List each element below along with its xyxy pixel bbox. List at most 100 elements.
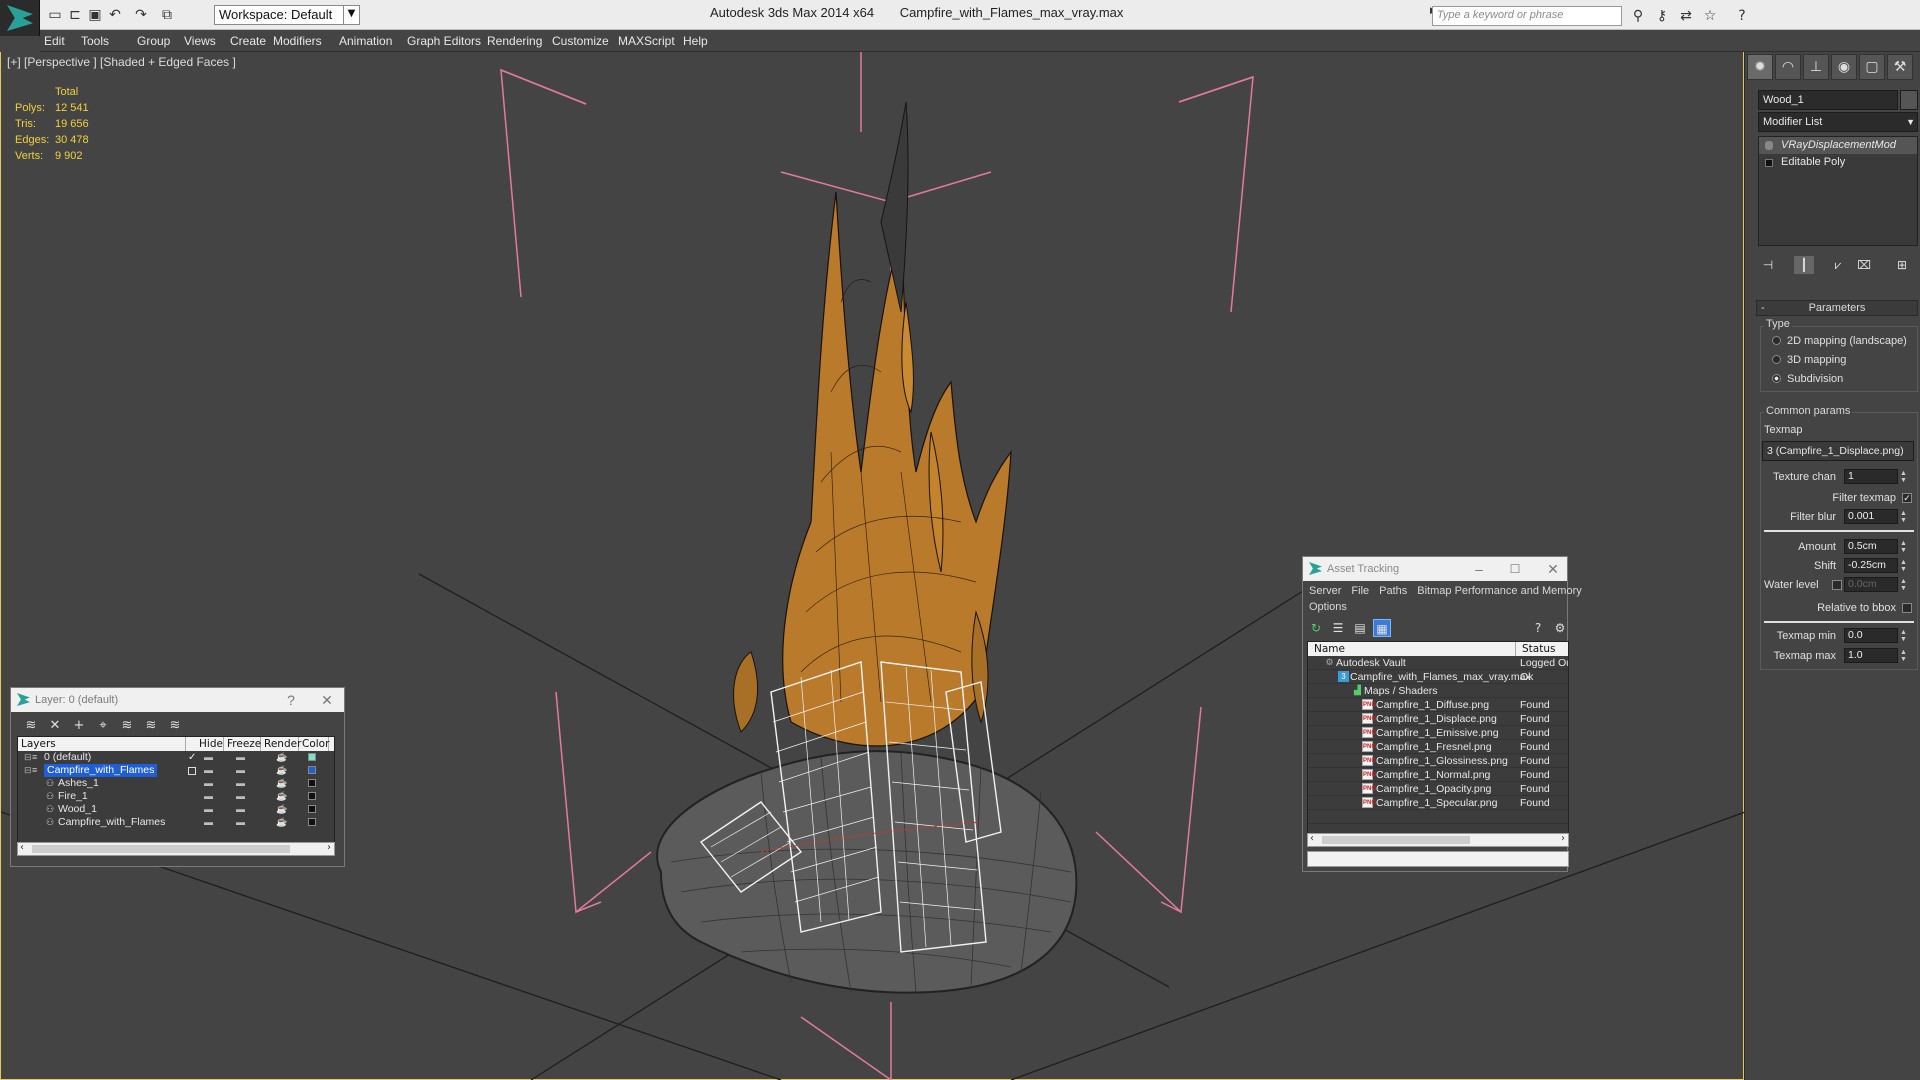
create-layer-icon[interactable]: ≋ — [21, 716, 41, 736]
asset-horizontal-scrollbar[interactable]: ‹ › — [1307, 833, 1569, 847]
object-color-swatch[interactable] — [1900, 90, 1918, 110]
asset-row[interactable]: 3 Campfire_with_Flames_max_vray.max Ok — [1308, 670, 1568, 684]
current-layer-check-icon[interactable]: ✓ — [188, 751, 196, 764]
show-end-result-icon[interactable]: ┃ — [1794, 256, 1814, 274]
help-button[interactable]: ? — [277, 688, 305, 712]
key-icon[interactable]: ⚷ — [1652, 6, 1672, 26]
asset-row[interactable]: PNG Campfire_1_Diffuse.png Found — [1308, 698, 1568, 712]
new-file-icon[interactable]: ▭ — [46, 6, 64, 24]
column-header-status[interactable]: Status — [1516, 642, 1568, 656]
light-bulb-icon[interactable] — [1765, 141, 1773, 150]
asset-row[interactable]: PNG Campfire_1_Fresnel.png Found — [1308, 740, 1568, 754]
asset-row[interactable]: PNG Campfire_1_Displace.png Found — [1308, 712, 1568, 726]
menu-graph-editors[interactable]: Graph Editors — [407, 30, 481, 52]
menu-customize[interactable]: Customize — [552, 30, 609, 52]
texmap-button[interactable]: 3 (Campfire_1_Displace.png) — [1762, 441, 1914, 461]
render-toggle-icon[interactable]: ☕ — [276, 816, 287, 829]
layer-row[interactable]: ⊟ ≡ 0 (default) ✓ ▬ ▬ ☕ — [18, 751, 334, 764]
freeze-toggle-icon[interactable]: ▬ — [236, 790, 245, 803]
spinner-arrows-icon[interactable]: ▲ ▼ — [1900, 540, 1908, 555]
detail-view-icon[interactable]: ▤ — [1351, 619, 1369, 637]
layer-color-swatch[interactable] — [308, 805, 316, 813]
pin-stack-icon[interactable]: ⊣ — [1758, 256, 1778, 274]
workspace-dropdown[interactable]: Workspace: Default — [214, 5, 360, 25]
layer-color-swatch[interactable] — [308, 818, 316, 826]
asset-row[interactable]: PNG Campfire_1_Specular.png Found — [1308, 796, 1568, 810]
menu-modifiers[interactable]: Modifiers — [273, 30, 322, 52]
layer-row[interactable]: ⊟ ≡ Campfire_with_Flames ▬ ▬ ☕ — [18, 764, 334, 777]
viewport-label[interactable]: [+] [Perspective ] [Shaded + Edged Faces… — [7, 55, 236, 69]
motion-tab-icon[interactable]: ◉ — [1831, 54, 1857, 80]
parameters-rollout-header[interactable]: - Parameters — [1756, 300, 1918, 316]
modifier-stack-item[interactable]: VRayDisplacementMod — [1759, 137, 1917, 154]
menu-rendering[interactable]: Rendering — [487, 30, 542, 52]
layer-name[interactable]: 0 (default) — [44, 751, 91, 764]
hide-toggle-icon[interactable]: ▬ — [204, 764, 213, 777]
object-name-field[interactable]: Wood_1 — [1758, 90, 1898, 110]
shift-spinner[interactable]: -0.25cm — [1844, 558, 1898, 573]
freeze-toggle-icon[interactable]: ▬ — [236, 777, 245, 790]
render-toggle-icon[interactable]: ☕ — [276, 764, 287, 777]
texmap-max-spinner[interactable]: 1.0 — [1844, 648, 1898, 663]
scrollbar-thumb[interactable] — [32, 845, 290, 853]
scroll-left-icon[interactable]: ‹ — [1310, 833, 1314, 844]
configure-sets-icon[interactable]: ⊞ — [1892, 256, 1912, 274]
expand-toggle-icon[interactable] — [1765, 159, 1773, 167]
scroll-left-icon[interactable]: ‹ — [20, 842, 24, 853]
search-input[interactable]: Type a keyword or phrase — [1432, 6, 1622, 26]
spinner-arrows-icon[interactable]: ▲ ▼ — [1900, 649, 1908, 664]
texture-chan-spinner[interactable]: 1 — [1844, 469, 1898, 484]
asset-row[interactable]: PNG Campfire_1_Glossiness.png Found — [1308, 754, 1568, 768]
menu-edit[interactable]: Edit — [44, 30, 65, 52]
hide-toggle-icon[interactable]: ▬ — [204, 816, 213, 829]
asset-menu-server[interactable]: Server — [1309, 585, 1341, 597]
maximize-button[interactable]: ☐ — [1501, 557, 1529, 581]
layer-row[interactable]: ⚇ Ashes_1 ▬ ▬ ☕ — [18, 777, 334, 790]
render-toggle-icon[interactable]: ☕ — [276, 777, 287, 790]
collapse-toggle-icon[interactable]: ⊟ — [24, 764, 32, 777]
layer-name[interactable]: Wood_1 — [58, 803, 97, 816]
menu-maxscript[interactable]: MAXScript — [618, 30, 675, 52]
radio-button-icon[interactable] — [1772, 336, 1781, 345]
layer-name[interactable]: Ashes_1 — [58, 777, 99, 790]
help-icon[interactable]: ? — [1732, 6, 1752, 26]
layer-name[interactable]: Fire_1 — [58, 790, 88, 803]
column-header-render[interactable]: Render — [261, 737, 301, 751]
binoculars-icon[interactable]: ⚲ — [1628, 6, 1648, 26]
scrollbar-thumb[interactable] — [1322, 836, 1470, 844]
save-file-icon[interactable]: ▣ — [86, 6, 104, 24]
layer-color-swatch[interactable] — [308, 753, 316, 761]
column-header-freeze[interactable]: Freeze — [224, 737, 261, 751]
render-toggle-icon[interactable]: ☕ — [276, 790, 287, 803]
spinner-arrows-icon[interactable]: ▲ ▼ — [1900, 629, 1908, 644]
asset-menu-file[interactable]: File — [1351, 585, 1369, 597]
layer-dialog-titlebar[interactable]: Layer: 0 (default) ? ✕ — [11, 688, 344, 712]
modify-tab-icon[interactable]: ◠ — [1775, 54, 1801, 80]
column-header-hide[interactable]: Hide — [196, 737, 224, 751]
hide-all-layers-icon[interactable]: ≋ — [141, 716, 161, 736]
minimize-button[interactable] — [1782, 0, 1828, 28]
close-button[interactable]: ✕ — [313, 688, 341, 712]
chevron-down-icon[interactable]: ▼ — [343, 5, 359, 25]
current-layer-box-icon[interactable] — [188, 767, 196, 775]
asset-dialog-titlebar[interactable]: Asset Tracking – ☐ ✕ — [1303, 557, 1567, 581]
hierarchy-tab-icon[interactable]: ⊥ — [1803, 54, 1829, 80]
help-icon[interactable]: ? — [1529, 619, 1547, 637]
utilities-tab-icon[interactable]: ⚒ — [1887, 54, 1913, 80]
water-level-spinner[interactable]: 0.0cm — [1844, 577, 1898, 592]
filter-texmap-checkbox[interactable]: ✓ — [1902, 493, 1912, 503]
render-toggle-icon[interactable]: ☕ — [276, 751, 287, 764]
refresh-icon[interactable]: ↻ — [1307, 619, 1325, 637]
texmap-min-spinner[interactable]: 0.0 — [1844, 628, 1898, 643]
open-file-icon[interactable]: ⊏ — [66, 6, 84, 24]
minimize-button[interactable]: – — [1465, 557, 1493, 581]
layer-row[interactable]: ⚇ Wood_1 ▬ ▬ ☕ — [18, 803, 334, 816]
collapse-toggle-icon[interactable]: ⊟ — [24, 751, 32, 764]
layer-color-swatch[interactable] — [308, 779, 316, 787]
undo-icon[interactable]: ↶ — [106, 6, 124, 24]
spinner-arrows-icon[interactable]: ▲ ▼ — [1900, 559, 1908, 574]
water-level-checkbox[interactable] — [1832, 580, 1842, 590]
make-unique-icon[interactable]: ⩗ — [1828, 256, 1848, 274]
delete-layer-icon[interactable]: ✕ — [45, 716, 65, 736]
column-header-name[interactable]: Name — [1308, 642, 1516, 656]
